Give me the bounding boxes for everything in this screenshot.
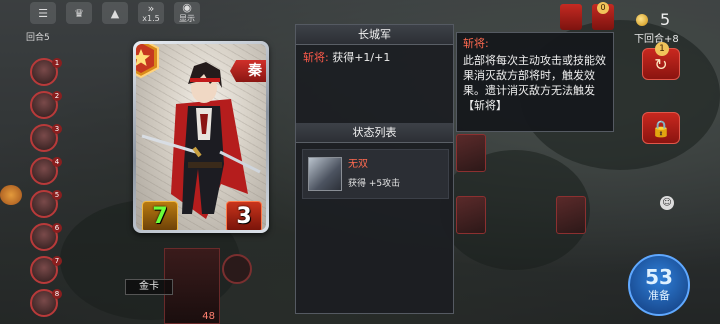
avatar-rank: 4	[52, 157, 62, 167]
avatar-rank: 6	[52, 223, 62, 233]
bench-unit-value: 48	[202, 311, 215, 322]
status-effect-icon	[308, 157, 342, 191]
lock-button[interactable]: 🔒	[642, 112, 680, 144]
lock-icon: 🔒	[651, 118, 671, 138]
top-banner-icon[interactable]	[560, 4, 582, 30]
bench-slot[interactable]	[222, 254, 252, 284]
top-banner-icon[interactable]: 0	[592, 2, 614, 30]
speed-icon[interactable]: » x1.5	[138, 2, 164, 24]
player-avatar[interactable]: 3	[30, 124, 62, 152]
hero-card-art: 秦 7 3	[136, 44, 266, 230]
tooltip-body: 此部将每次主动攻击或技能效果消灭敌方部将时，触发效果。遗计消灭敌方无法触发【斩将…	[463, 54, 606, 112]
status-item[interactable]: 无双 获得 +5攻击	[302, 149, 449, 199]
tooltip-title: 斩将:	[463, 37, 489, 50]
unit-name-header: 长城军	[296, 25, 453, 45]
avatar-rank: 1	[52, 58, 62, 68]
board-unit-card[interactable]	[456, 134, 486, 172]
ready-button[interactable]: 53 准备	[628, 254, 690, 316]
eye-icon[interactable]: ◉ 显示	[174, 2, 200, 24]
top-toolbar: ☰ ♛ ▲ » x1.5 ◉ 显示	[30, 2, 200, 24]
gold-card-label: 金卡	[125, 279, 173, 295]
attack-stat: 7	[142, 201, 178, 230]
player-avatar[interactable]: 7	[30, 256, 62, 284]
avatar-rank: 7	[52, 256, 62, 266]
player-avatar[interactable]: 5	[30, 190, 62, 218]
status-name: 无双	[348, 159, 368, 170]
player-avatar[interactable]: 6	[30, 223, 62, 251]
avatar-rank: 5	[52, 190, 62, 200]
skill-line[interactable]: 斩将: 获得+1/+1	[296, 45, 453, 71]
coin-count: 5	[660, 10, 671, 29]
like-icon[interactable]: ▲	[102, 2, 128, 24]
faction-star-icon	[136, 44, 159, 78]
board-unit-card[interactable]	[556, 196, 586, 234]
unit-info-panel: 长城军 斩将: 获得+1/+1 状态列表 无双 获得 +5攻击	[295, 24, 454, 314]
refresh-badge: 1	[655, 42, 669, 56]
avatar-rank: 8	[52, 289, 62, 299]
skill-name: 斩将:	[303, 51, 329, 64]
avatar-rank: 2	[52, 91, 62, 101]
hero-card[interactable]: 秦 7 3	[133, 41, 269, 233]
player-avatar[interactable]: 1	[30, 58, 62, 86]
faction-tag: 秦	[230, 60, 266, 82]
ready-label: 准备	[648, 289, 670, 302]
round-label: 回合5	[26, 33, 50, 43]
player-avatar-list: 1 2 3 4 5 6 7 8	[30, 58, 62, 317]
ready-timer: 53	[645, 265, 673, 289]
coin-icon	[636, 14, 648, 26]
emote-icon[interactable]: ☺	[660, 196, 674, 210]
lion-mascot-icon[interactable]	[0, 185, 22, 205]
skill-tooltip: 斩将: 此部将每次主动攻击或技能效果消灭敌方部将时，触发效果。遗计消灭敌方无法触…	[456, 32, 614, 132]
menu-icon[interactable]: ☰	[30, 2, 56, 24]
avatar-rank: 3	[52, 124, 62, 134]
skill-effect: 获得+1/+1	[332, 51, 391, 64]
player-avatar[interactable]: 4	[30, 157, 62, 185]
status-list-header: 状态列表	[296, 123, 453, 143]
health-stat: 3	[226, 201, 262, 230]
refresh-button[interactable]: ↻ 1	[642, 42, 680, 80]
status-description: 获得 +5攻击	[348, 179, 401, 189]
top-banner-badge: 0	[597, 2, 609, 14]
trophy-icon[interactable]: ♛	[66, 2, 92, 24]
player-avatar[interactable]: 2	[30, 91, 62, 119]
refresh-icon: ↻	[654, 54, 668, 74]
board-unit-card[interactable]	[456, 196, 486, 234]
player-avatar[interactable]: 8	[30, 289, 62, 317]
